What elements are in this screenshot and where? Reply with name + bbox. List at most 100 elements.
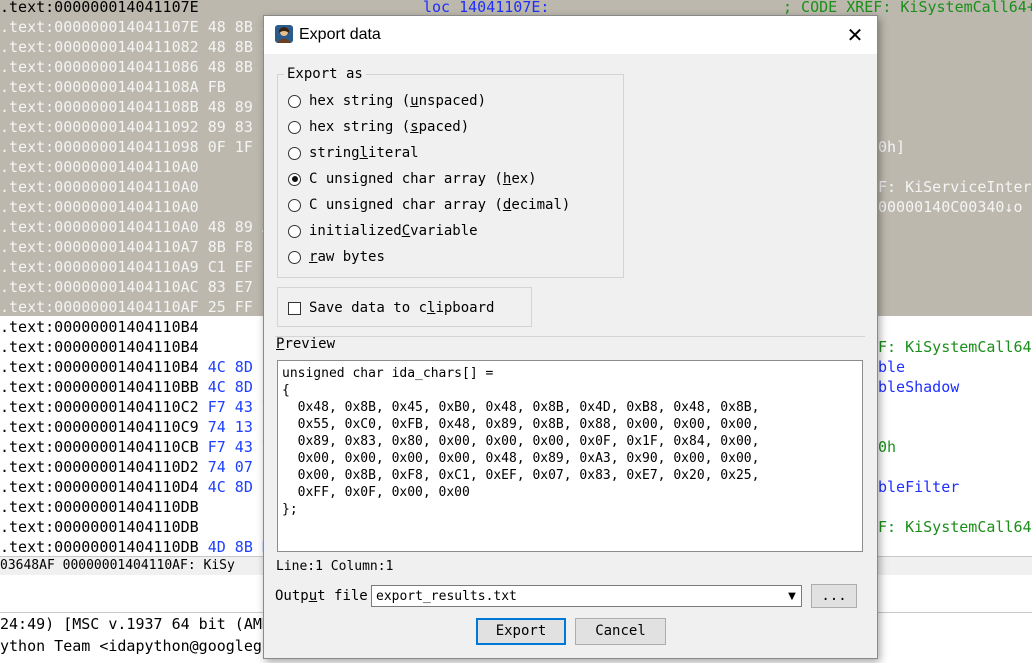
disasm-line[interactable]: .text:00000001404110DB — [0, 497, 208, 517]
disasm-bytes: 0F 1F 8 — [207, 138, 271, 156]
disasm-line[interactable]: .text:00000001404110B4 4C 8D 1 — [0, 357, 271, 377]
output-file-combobox[interactable]: export_results.txt ▼ — [371, 585, 802, 607]
disasm-line[interactable]: .text:00000001404110A0 48 89 A — [0, 217, 271, 237]
radio-circle[interactable] — [288, 172, 301, 186]
xref-comment-4[interactable]: F: KiSystemCall64+ — [878, 517, 1032, 537]
disasm-line[interactable]: .text:000000014041107E 48 8B 4 — [0, 17, 271, 37]
radio-label-part: r — [309, 249, 318, 265]
disasm-bytes: 74 07 — [207, 458, 253, 476]
radio-label-part: nspaced) — [418, 93, 487, 109]
preview-text-area[interactable]: unsigned char ida_chars[] = { 0x48, 0x8B… — [277, 360, 863, 552]
disasm-line[interactable]: .text:00000001404110DB 4D 8B D — [0, 537, 271, 557]
export-format-radio-1[interactable]: hex string (s paced) — [288, 116, 469, 138]
radio-label-part: s — [410, 119, 419, 135]
disasm-line[interactable]: .text:00000001404110DB — [0, 517, 208, 537]
disasm-bytes: 83 E7 2 — [207, 278, 271, 296]
radio-label-part: string — [309, 145, 360, 161]
disasm-address: .text:000000014041107E — [0, 0, 199, 16]
disasm-line[interactable]: .text:0000000140411086 48 8B 9 — [0, 57, 271, 77]
radio-label-part: hex string ( — [309, 119, 411, 135]
disasm-line[interactable]: .text:00000001404110AC 83 E7 2 — [0, 277, 271, 297]
close-icon[interactable]: ✕ — [843, 23, 867, 47]
export-data-dialog: Export data ✕ Export as hex string (u nsp… — [263, 15, 878, 659]
disasm-bytes: 48 8B 4 — [207, 18, 271, 36]
disasm-bytes: 74 13 — [207, 418, 253, 436]
disasm-address: .text:00000001404110A7 — [0, 238, 199, 256]
disasm-address: .text:00000001404110CB — [0, 438, 199, 456]
radio-label-part: C unsigned char array ( — [309, 197, 503, 213]
disasm-address: .text:0000000140411086 — [0, 58, 199, 76]
disasm-bytes: 4C 8D 1 — [207, 478, 271, 496]
disasm-line[interactable]: .text:00000001404110C2 F7 43 7 — [0, 397, 271, 417]
radio-label-part: l — [359, 145, 369, 161]
disasm-line[interactable]: .text:0000000140411092 89 83 8 — [0, 117, 271, 137]
disasm-line[interactable]: .text:00000001404110AF 25 FF 0 — [0, 297, 271, 317]
radio-label-part: ex) — [511, 171, 537, 187]
disasm-line[interactable]: .text:0000000140411098 0F 1F 8 — [0, 137, 271, 157]
symbol-ble[interactable]: ble — [878, 357, 905, 377]
disasm-line[interactable]: .text:00000001404110A0 — [0, 157, 208, 177]
export-button[interactable]: Export — [476, 618, 566, 645]
disasm-line[interactable]: .text:000000014041108B 48 89 8 — [0, 97, 271, 117]
disasm-address: .text:00000001404110DB — [0, 538, 199, 556]
disasm-line[interactable]: .text:00000001404110A0 — [0, 197, 208, 217]
disasm-line[interactable]: .text:00000001404110C9 74 13 — [0, 417, 253, 437]
radio-label-part: ecimal) — [511, 197, 571, 213]
disasm-address: .text:00000001404110D4 — [0, 478, 199, 496]
disasm-bytes: 4C 8D 1 — [207, 378, 271, 396]
disasm-bytes: 48 89 A — [207, 218, 271, 236]
xref-comment-3[interactable]: F: KiSystemCall64+ — [878, 337, 1032, 357]
disasm-address: .text:0000000140411082 — [0, 38, 199, 56]
browse-button[interactable]: ... — [811, 584, 857, 608]
export-format-radio-6[interactable]: r aw bytes — [288, 246, 385, 268]
radio-label-part: hex string ( — [309, 93, 411, 109]
cancel-button[interactable]: Cancel — [575, 618, 666, 645]
disasm-line[interactable]: .text:00000001404110D2 74 07 — [0, 457, 253, 477]
disasm-address: .text:00000001404110A9 — [0, 258, 199, 276]
disasm-line[interactable]: .text:0000000140411082 48 8B 4 — [0, 37, 271, 57]
ida-app-icon — [275, 25, 293, 43]
disasm-address: .text:00000001404110DB — [0, 498, 199, 516]
disasm-bytes: 25 FF 0 — [207, 298, 271, 316]
disasm-address: .text:00000001404110BB — [0, 378, 199, 396]
radio-circle[interactable] — [288, 224, 301, 238]
checkbox-box[interactable] — [288, 301, 301, 315]
export-format-radio-3[interactable]: C unsigned char array (h ex) — [288, 168, 537, 190]
radio-label-part: paced) — [418, 119, 470, 135]
radio-circle[interactable] — [288, 94, 301, 108]
disasm-bytes: F7 43 7 — [207, 398, 271, 416]
disasm-line[interactable]: .text:00000001404110A0 — [0, 177, 208, 197]
radio-circle[interactable] — [288, 250, 301, 264]
dialog-titlebar[interactable]: Export data ✕ — [264, 16, 877, 54]
disasm-line[interactable]: .text:00000001404110BB 4C 8D 1 — [0, 377, 271, 397]
export-format-radio-2[interactable]: string l iteral — [288, 142, 419, 164]
symbol-bleShadow[interactable]: bleShadow — [878, 377, 959, 397]
disasm-bytes: 4C 8D 1 — [207, 358, 271, 376]
export-format-radio-4[interactable]: C unsigned char array (d ecimal) — [288, 194, 570, 216]
disasm-address: .text:00000001404110A0 — [0, 178, 199, 196]
radio-label-part: C unsigned char array ( — [309, 171, 503, 187]
disasm-line[interactable]: .text:00000001404110D4 4C 8D 1 — [0, 477, 271, 497]
output-file-label: Output file — [275, 588, 368, 604]
disasm-bytes: FB — [207, 78, 226, 96]
save-to-clipboard-checkbox[interactable]: Save data to c l ipboard — [288, 297, 494, 319]
disasm-line[interactable]: .text:000000014041108A FB — [0, 77, 226, 97]
address-ref: 00000140C00340↓o — [878, 198, 1023, 216]
disasm-line[interactable]: .text:00000001404110CB F7 43 7 — [0, 437, 271, 457]
chevron-down-icon[interactable]: ▼ — [783, 591, 801, 602]
radio-circle[interactable] — [288, 120, 301, 134]
symbol-bleFilter[interactable]: bleFilter — [878, 477, 959, 497]
radio-label-part: iteral — [368, 145, 419, 161]
radio-circle[interactable] — [288, 198, 301, 212]
disasm-line[interactable]: .text:000000014041107E — [0, 0, 208, 17]
disasm-line[interactable]: .text:00000001404110A7 8B F8 — [0, 237, 253, 257]
radio-circle[interactable] — [288, 146, 301, 160]
disasm-line[interactable]: .text:00000001404110A9 C1 EF 0 — [0, 257, 271, 277]
disasm-address: .text:00000001404110AC — [0, 278, 199, 296]
radio-label-part: u — [410, 93, 419, 109]
disasm-line[interactable]: .text:00000001404110B4 — [0, 317, 208, 337]
export-format-radio-5[interactable]: initialized C variable — [288, 220, 478, 242]
disasm-line[interactable]: .text:00000001404110B4 — [0, 337, 208, 357]
export-format-radio-0[interactable]: hex string (u nspaced) — [288, 90, 486, 112]
preview-label: Preview — [276, 336, 336, 352]
